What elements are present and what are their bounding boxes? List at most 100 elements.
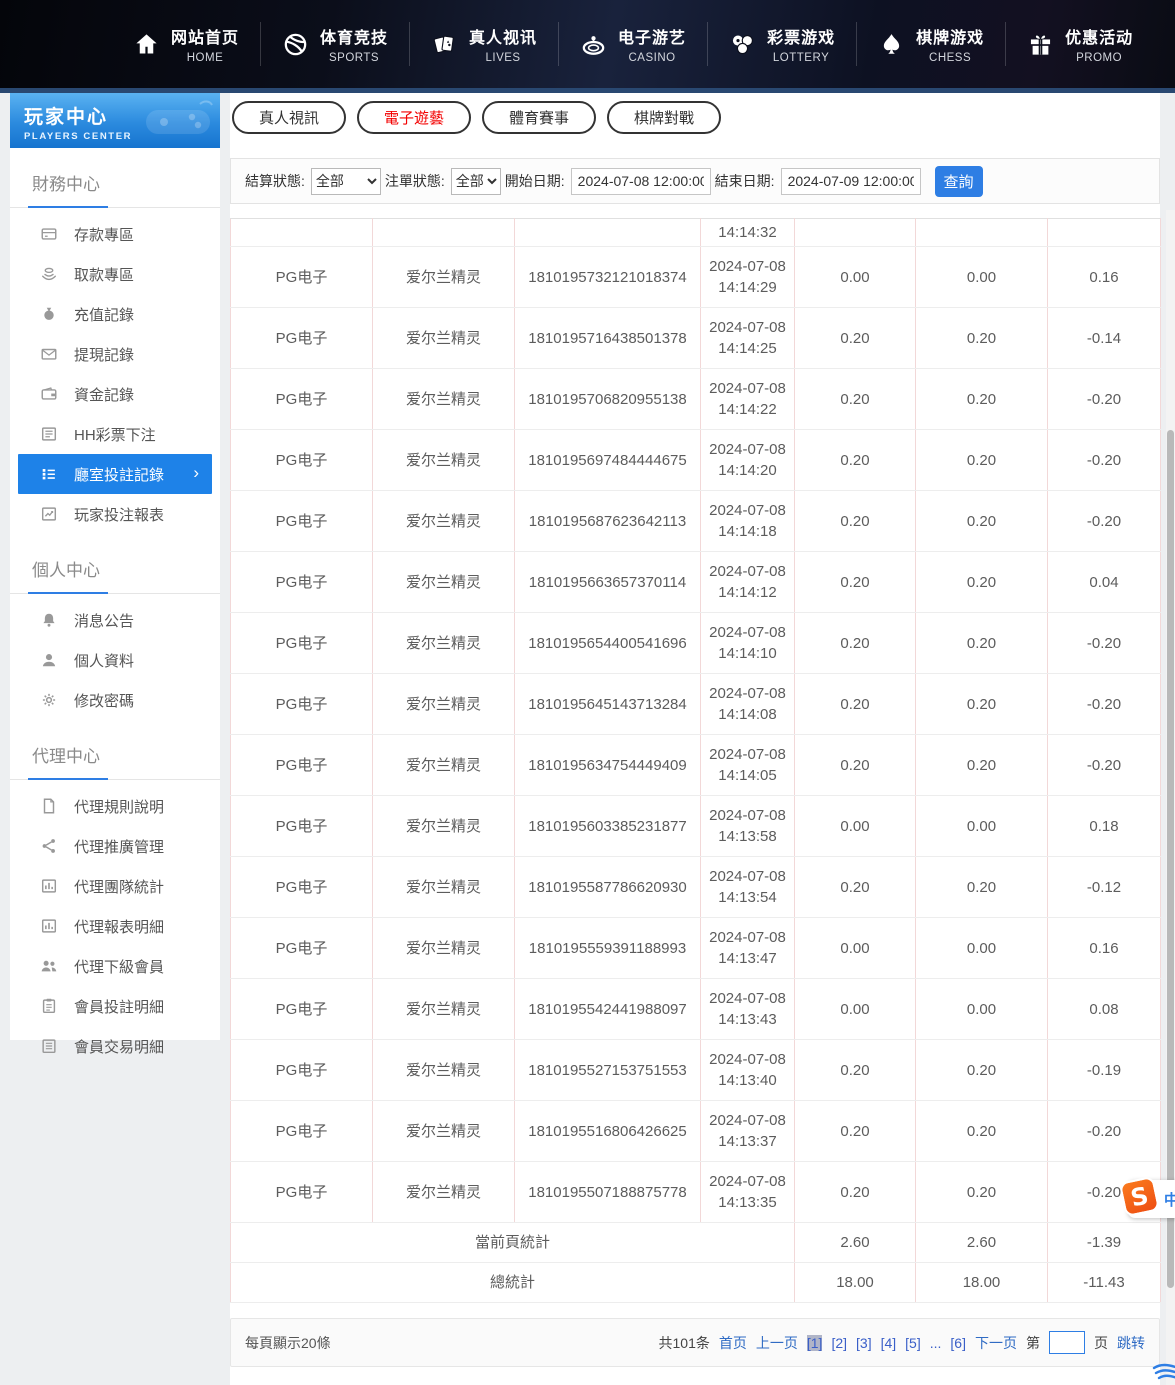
nav-label-zh: 彩票游戏 <box>767 24 835 48</box>
nav-label-en: CASINO <box>629 52 676 64</box>
nav-item-lives[interactable]: 真人视讯LIVES <box>409 22 558 66</box>
bet-id-cell: 1810195603385231877 <box>515 796 701 857</box>
bet-amount-cell: 0.20 <box>795 552 916 613</box>
tab-真人視訊[interactable]: 真人視訊 <box>232 101 346 134</box>
valid-amount-cell: 0.20 <box>916 735 1048 796</box>
valid-amount-cell: 0.20 <box>916 491 1048 552</box>
nav-item-sports[interactable]: 体育竞技SPORTS <box>260 22 409 66</box>
translate-logo-icon[interactable]: S <box>1119 1176 1161 1218</box>
next-page-link[interactable]: 下一页 <box>975 1333 1017 1353</box>
nav-item-home[interactable]: 网站首页HOME <box>112 22 260 66</box>
page-link-6[interactable]: [6] <box>950 1335 966 1351</box>
stats-icon <box>40 917 58 935</box>
sidebar-item[interactable]: 代理規則說明 <box>10 786 220 826</box>
translate-overlay[interactable]: S 中 <box>1128 1180 1175 1218</box>
sidebar-item[interactable]: 代理下級會員 <box>10 946 220 986</box>
bell-icon <box>40 611 58 629</box>
bet-id-cell: 1810195716438501378 <box>515 308 701 369</box>
game-cell: 爱尔兰精灵 <box>373 1162 515 1223</box>
first-page-link[interactable]: 首页 <box>719 1333 747 1353</box>
start-date-input[interactable] <box>571 168 711 195</box>
jump-go-link[interactable]: 跳转 <box>1117 1333 1145 1353</box>
clipboard2-icon <box>40 1037 58 1055</box>
page-link-2[interactable]: [2] <box>831 1335 847 1351</box>
bet-id-cell: 1810195654400541696 <box>515 613 701 674</box>
tab-棋牌對戰[interactable]: 棋牌對戰 <box>607 101 721 134</box>
sidebar-item[interactable]: 取款專區 <box>10 254 220 294</box>
sidebar-item[interactable]: 玩家投注報表 <box>10 494 220 534</box>
bet-amount-cell: 0.20 <box>795 430 916 491</box>
bet-amount-cell: 0.00 <box>795 796 916 857</box>
platform-cell: PG电子 <box>231 1040 373 1101</box>
page-link-1[interactable]: [1] <box>807 1335 823 1351</box>
sidebar-item[interactable]: 資金記錄 <box>10 374 220 414</box>
translate-lang-label[interactable]: 中 <box>1164 1189 1175 1210</box>
nav-item-casino[interactable]: 电子游艺CASINO <box>558 22 707 66</box>
bet-records-body: 14:14:32PG电子爱尔兰精灵18101957321210183742024… <box>231 219 1161 1303</box>
nav-label-zh: 体育竞技 <box>320 24 388 48</box>
sidebar-sections: 財務中心存款專區取款專區充值記錄提現記錄資金記錄HH彩票下注廳室投註記錄›玩家投… <box>10 164 220 1066</box>
bet-amount-cell: 0.20 <box>795 735 916 796</box>
bet-time-cell: 2024-07-0814:14:18 <box>701 491 795 552</box>
settle-status-label: 結算狀態: <box>245 171 305 191</box>
sidebar-item[interactable]: 修改密碼 <box>10 680 220 720</box>
table-row: PG电子爱尔兰精灵18101955424419880972024-07-0814… <box>231 979 1161 1040</box>
bet-id-cell: 1810195559391188993 <box>515 918 701 979</box>
sidebar-item[interactable]: 個人資料 <box>10 640 220 680</box>
bet-id-cell: 1810195645143713284 <box>515 674 701 735</box>
roulette-icon <box>580 31 607 58</box>
pagination-bar: 每頁顯示20條 共101条首页上一页[1][2][3][4][5]...[6]下… <box>230 1318 1160 1367</box>
sidebar-item[interactable]: 代理報表明細 <box>10 906 220 946</box>
valid-amount-cell: 0.20 <box>916 613 1048 674</box>
profit-cell: -0.20 <box>1048 430 1161 491</box>
sidebar-item[interactable]: 會員交易明細 <box>10 1026 220 1066</box>
scrollbar-thumb[interactable] <box>1167 430 1174 1288</box>
profit-cell: -0.20 <box>1048 491 1161 552</box>
nav-item-promo[interactable]: 优惠活动PROMO <box>1005 22 1154 66</box>
page-link-4[interactable]: [4] <box>881 1335 897 1351</box>
sidebar-item[interactable]: 存款專區 <box>10 214 220 254</box>
game-type-tabs: 真人視訊電子遊藝體育賽事棋牌對戰 <box>232 101 721 134</box>
sidebar-item-label: 會員投註明細 <box>74 996 164 1017</box>
nav-item-chess[interactable]: 棋牌游戏CHESS <box>856 22 1005 66</box>
page-link-5[interactable]: [5] <box>905 1335 921 1351</box>
end-date-input[interactable] <box>781 168 921 195</box>
bet-amount-cell: 0.20 <box>795 1162 916 1223</box>
page-link-3[interactable]: [3] <box>856 1335 872 1351</box>
nav-label-zh: 真人视讯 <box>469 24 537 48</box>
sidebar-item-label: 修改密碼 <box>74 690 134 711</box>
search-button[interactable]: 查詢 <box>935 166 983 197</box>
summary-value-cell: 2.60 <box>916 1223 1048 1263</box>
bet-time-cell: 2024-07-0814:14:12 <box>701 552 795 613</box>
sidebar-item[interactable]: 代理團隊統計 <box>10 866 220 906</box>
profit-cell: -0.20 <box>1048 1101 1161 1162</box>
game-cell: 爱尔兰精灵 <box>373 857 515 918</box>
tab-體育賽事[interactable]: 體育賽事 <box>482 101 596 134</box>
sidebar-item[interactable]: 廳室投註記錄› <box>18 454 212 494</box>
nav-item-lottery[interactable]: 彩票游戏LOTTERY <box>707 22 856 66</box>
sidebar-item[interactable]: 代理推廣管理 <box>10 826 220 866</box>
tab-電子遊藝[interactable]: 電子遊藝 <box>357 101 471 134</box>
summary-value-cell: 18.00 <box>916 1263 1048 1303</box>
jump-page-input[interactable] <box>1049 1331 1085 1354</box>
bet-time-cell: 2024-07-0814:14:25 <box>701 308 795 369</box>
jump-suffix-label: 页 <box>1094 1333 1108 1353</box>
order-status-select[interactable]: 全部 <box>451 168 501 195</box>
corner-widget-icon[interactable] <box>1152 1363 1175 1383</box>
prev-page-link[interactable]: 上一页 <box>756 1333 798 1353</box>
valid-amount-cell: 0.20 <box>916 1101 1048 1162</box>
platform-cell: PG电子 <box>231 735 373 796</box>
table-row: PG电子爱尔兰精灵18101957164385013782024-07-0814… <box>231 308 1161 369</box>
sidebar-item[interactable]: 充值記錄 <box>10 294 220 334</box>
sidebar-item[interactable]: HH彩票下注 <box>10 414 220 454</box>
bet-time-cell: 2024-07-0814:13:54 <box>701 857 795 918</box>
platform-cell: PG电子 <box>231 918 373 979</box>
sidebar-item-label: 提現記錄 <box>74 344 134 365</box>
table-row: PG电子爱尔兰精灵18101957068209551382024-07-0814… <box>231 369 1161 430</box>
sidebar-item[interactable]: 會員投註明細 <box>10 986 220 1026</box>
summary-row: 總統計18.0018.00-11.43 <box>231 1263 1161 1303</box>
sidebar-item[interactable]: 消息公告 <box>10 600 220 640</box>
sidebar-item-label: 廳室投註記錄 <box>74 464 164 485</box>
settle-status-select[interactable]: 全部 <box>311 168 381 195</box>
sidebar-item[interactable]: 提現記錄 <box>10 334 220 374</box>
